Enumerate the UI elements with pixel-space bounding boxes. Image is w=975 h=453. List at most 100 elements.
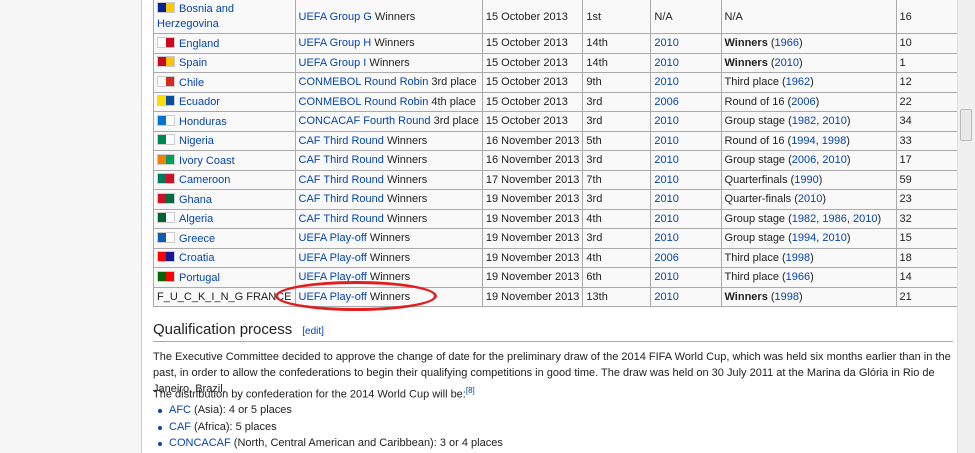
- fifa-ranking-cell: 12: [895, 72, 958, 93]
- year-link[interactable]: 1986: [822, 213, 846, 225]
- last-appearance-link[interactable]: 2006: [654, 252, 678, 264]
- method-link[interactable]: CAF Third Round: [299, 213, 384, 225]
- method-link[interactable]: CONCACAF Fourth Round: [299, 115, 431, 127]
- year-link[interactable]: 2006: [792, 154, 816, 166]
- article-content: Bosnia and Herzegovina UEFA Group G Winne…: [141, 0, 958, 453]
- year-link[interactable]: 2010: [853, 213, 877, 225]
- date-cell: 17 November 2013: [481, 169, 584, 190]
- last-appearance-link[interactable]: 2010: [654, 115, 678, 127]
- method-link[interactable]: CAF Third Round: [299, 154, 384, 166]
- team-link[interactable]: Greece: [179, 233, 215, 245]
- year-link[interactable]: 2010: [822, 154, 846, 166]
- fifa-ranking-cell: 23: [895, 189, 958, 210]
- last-appearance-link[interactable]: 2006: [654, 96, 678, 108]
- method-link[interactable]: CAF Third Round: [299, 174, 384, 186]
- scrollbar-thumb[interactable]: [960, 109, 972, 141]
- list-item: CONCACAF (North, Central American and Ca…: [158, 435, 503, 452]
- last-appearance-link[interactable]: 2010: [654, 174, 678, 186]
- team-cell: Portugal: [153, 267, 296, 288]
- method-cell: CAF Third Round Winners: [294, 150, 483, 171]
- team-link[interactable]: Chile: [179, 77, 204, 89]
- table-row: Ivory Coast CAF Third Round Winners 16 Nov…: [153, 150, 958, 171]
- fifa-ranking-cell: 22: [895, 91, 958, 112]
- year-link[interactable]: 1990: [794, 174, 818, 186]
- team-link[interactable]: Ivory Coast: [179, 155, 235, 167]
- date-cell: 19 November 2013: [481, 208, 584, 229]
- confederation-link[interactable]: AFC: [169, 404, 191, 416]
- edit-link[interactable]: [edit]: [302, 326, 324, 337]
- year-link[interactable]: 1966: [786, 271, 810, 283]
- last-appearance-link[interactable]: 2010: [654, 135, 678, 147]
- year-link[interactable]: 2010: [775, 57, 799, 69]
- method-link[interactable]: CAF Third Round: [299, 193, 384, 205]
- reference-link[interactable]: [8]: [466, 386, 475, 395]
- team-link[interactable]: Ecuador: [179, 96, 220, 108]
- best-performance-cell: Round of 16 (2006): [720, 91, 897, 112]
- last-appearance-link[interactable]: 2010: [654, 232, 678, 244]
- year-link[interactable]: 2006: [791, 96, 815, 108]
- team-link[interactable]: Spain: [179, 57, 207, 69]
- method-link[interactable]: CAF Third Round: [299, 135, 384, 147]
- best-performance-cell: N/A: [720, 0, 897, 34]
- year-link[interactable]: 2010: [798, 193, 822, 205]
- method-link[interactable]: UEFA Play-off: [299, 232, 367, 244]
- team-link[interactable]: Ghana: [179, 194, 212, 206]
- method-link[interactable]: CONMEBOL Round Robin: [299, 96, 429, 108]
- confederation-link[interactable]: CONCACAF: [169, 437, 231, 449]
- best-result: Third place: [724, 271, 779, 284]
- last-appearance-link[interactable]: 2010: [654, 213, 678, 225]
- year-link[interactable]: 1998: [786, 252, 810, 264]
- best-result: Winners: [724, 290, 768, 303]
- team-link[interactable]: Cameroon: [179, 174, 230, 186]
- last-appearance-cell: 2010: [650, 52, 722, 73]
- year-link[interactable]: 1962: [786, 76, 810, 88]
- best-performance-cell: Third place (1966): [720, 267, 897, 288]
- last-appearance-link[interactable]: 2010: [654, 193, 678, 205]
- year-link[interactable]: 1966: [775, 37, 799, 49]
- last-appearance-cell: N/A: [650, 0, 722, 34]
- team-link[interactable]: Honduras: [179, 116, 227, 128]
- vertical-scrollbar[interactable]: [957, 0, 975, 453]
- last-appearance-link[interactable]: 2010: [654, 57, 678, 69]
- year-link[interactable]: 1998: [822, 135, 846, 147]
- year-link[interactable]: 1994: [792, 232, 816, 244]
- confederation-link[interactable]: CAF: [169, 421, 191, 433]
- method-result: 3rd place: [428, 76, 477, 89]
- last-appearance-link[interactable]: 2010: [654, 154, 678, 166]
- team-link[interactable]: England: [179, 38, 219, 50]
- method-cell: UEFA Play-off Winners: [294, 228, 483, 249]
- team-link[interactable]: Nigeria: [179, 135, 214, 147]
- year-link[interactable]: 1998: [775, 291, 799, 303]
- last-appearance-cell: 2006: [650, 247, 722, 268]
- method-link[interactable]: UEFA Group I: [299, 57, 367, 69]
- date-cell: 19 November 2013: [481, 228, 584, 249]
- appearances-cell: 3rd: [582, 150, 652, 171]
- year-link[interactable]: 1982: [792, 213, 816, 225]
- best-result: Round of 16: [724, 95, 785, 108]
- last-appearance-link[interactable]: 2010: [654, 37, 678, 49]
- fifa-ranking-cell: 18: [895, 247, 958, 268]
- year-link[interactable]: 1982: [792, 115, 816, 127]
- last-appearance-link[interactable]: 2010: [654, 291, 678, 303]
- method-link[interactable]: CONMEBOL Round Robin: [299, 76, 429, 88]
- method-link[interactable]: UEFA Play-off: [299, 252, 367, 264]
- method-result: 3rd place: [430, 115, 479, 128]
- qualified-teams-table: Bosnia and Herzegovina UEFA Group G Winne…: [153, 0, 958, 307]
- table-row: Croatia UEFA Play-off Winners 19 November …: [153, 247, 958, 268]
- method-link[interactable]: UEFA Group G: [299, 11, 372, 23]
- best-result: Third place: [724, 251, 779, 264]
- method-link[interactable]: UEFA Group H: [299, 37, 372, 49]
- year-link[interactable]: 2010: [822, 115, 846, 127]
- last-appearance-cell: 2010: [650, 111, 722, 132]
- best-result: N/A: [724, 10, 743, 23]
- team-link[interactable]: Croatia: [179, 252, 214, 264]
- team-link[interactable]: Portugal: [179, 272, 220, 284]
- last-appearance-cell: 2010: [650, 33, 722, 54]
- team-link[interactable]: Algeria: [179, 213, 213, 225]
- fifa-ranking-cell: 10: [895, 33, 958, 54]
- last-appearance-link[interactable]: 2010: [654, 76, 678, 88]
- year-link[interactable]: 1994: [791, 135, 815, 147]
- year-link[interactable]: 2010: [822, 232, 846, 244]
- last-appearance-link[interactable]: 2010: [654, 271, 678, 283]
- fifa-ranking-cell: 34: [895, 111, 958, 132]
